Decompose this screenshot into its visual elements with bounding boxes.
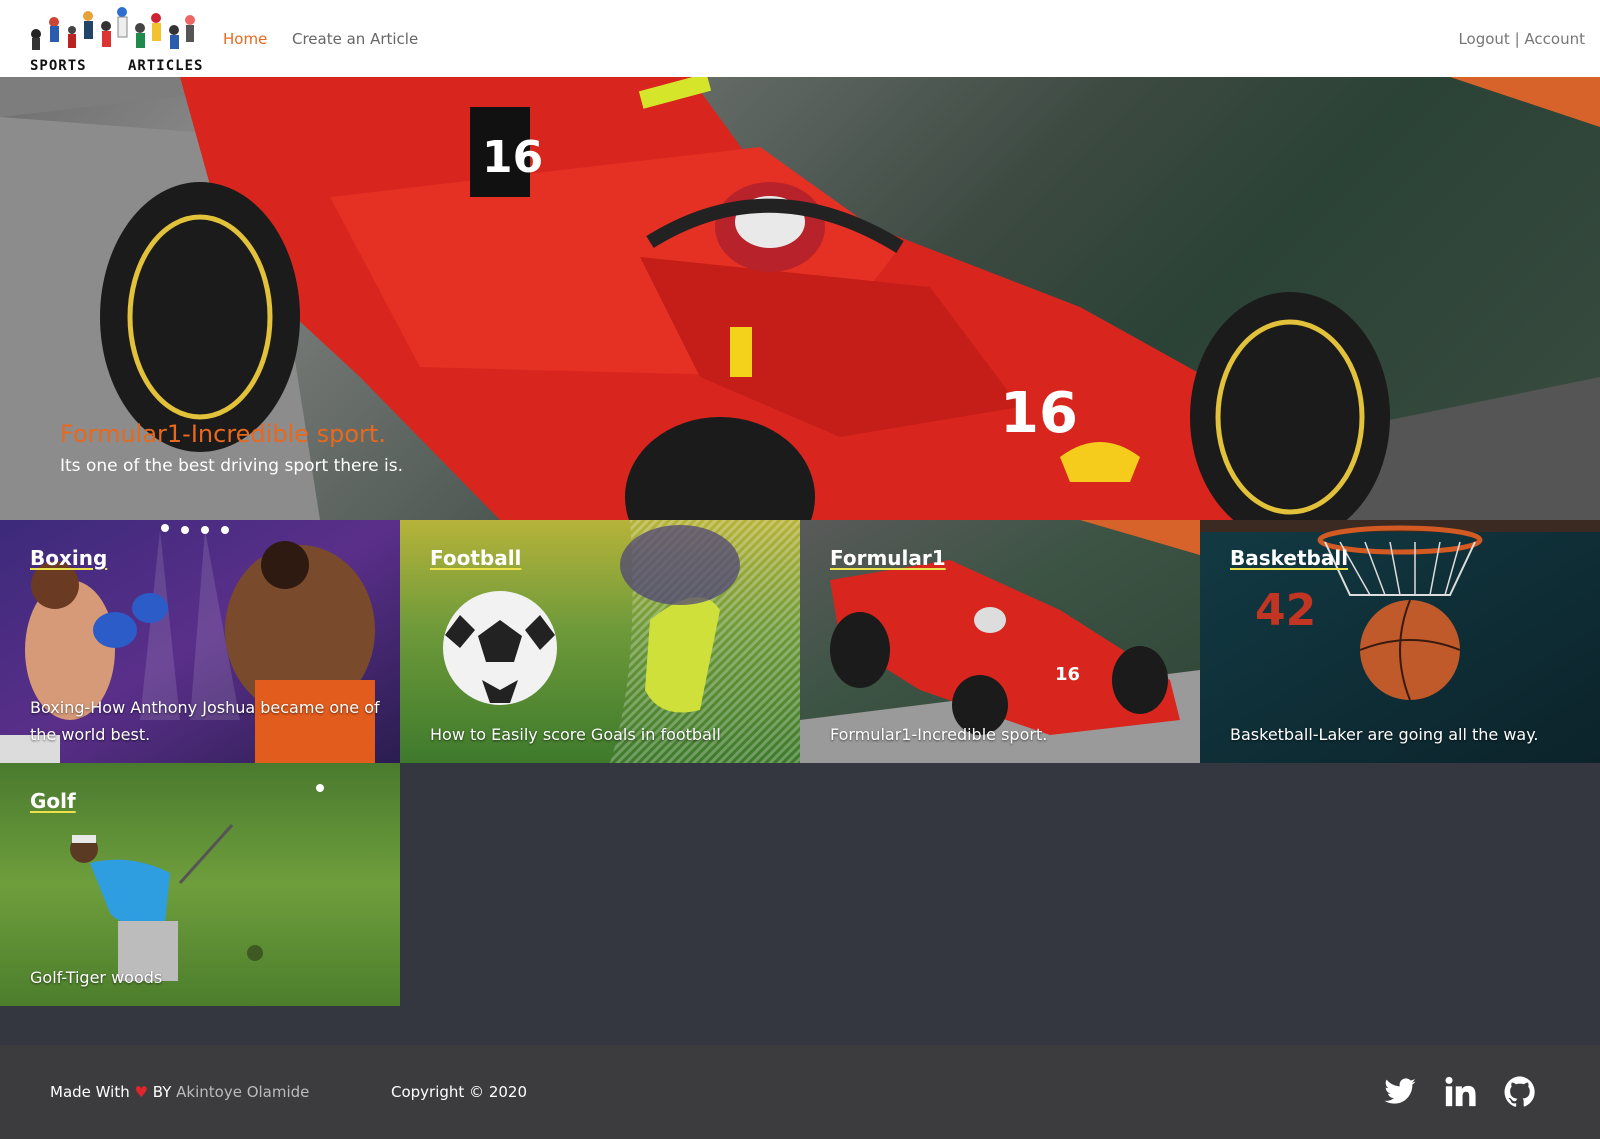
category-card-basketball[interactable]: 42 Basketball Basketball-Laker are going… [1200, 520, 1600, 763]
category-title-golf[interactable]: Golf [30, 789, 76, 813]
category-card-football[interactable]: Football How to Easily score Goals in fo… [400, 520, 800, 763]
nav-create-article-link[interactable]: Create an Article [292, 30, 418, 48]
hero-featured-article[interactable]: 16 16 Formular1-Incredible sport. Its on… [0, 77, 1600, 520]
athletes-logo-graphic [31, 7, 195, 50]
category-desc-golf: Golf-Tiger woods [30, 968, 163, 987]
category-title-formular1[interactable]: Formular1 [830, 546, 946, 570]
svg-text:16: 16 [1055, 664, 1080, 685]
logo-text-sports: SPORTS [30, 58, 87, 74]
footer: Made With ♥ BY Akintoye Olamide Copyrigh… [0, 1045, 1600, 1139]
svg-text:16: 16 [482, 132, 543, 183]
svg-text:16: 16 [1000, 381, 1078, 446]
github-icon[interactable] [1503, 1075, 1537, 1109]
category-card-boxing[interactable]: Boxing Boxing-How Anthony Joshua became … [0, 520, 400, 763]
footer-made-with: Made With [50, 1083, 130, 1101]
category-card-golf[interactable]: Golf Golf-Tiger woods [0, 763, 400, 1006]
footer-by: BY [152, 1083, 172, 1101]
logout-link[interactable]: Logout [1458, 30, 1509, 48]
footer-credit: Made With ♥ BY Akintoye Olamide [50, 1083, 309, 1101]
navbar: SPORTS ARTICLES Home Create an Article L… [0, 0, 1600, 77]
footer-copyright: Copyright © 2020 [391, 1083, 528, 1101]
linkedin-icon[interactable] [1443, 1075, 1477, 1109]
footer-author-link[interactable]: Akintoye Olamide [176, 1083, 309, 1101]
category-desc-football: How to Easily score Goals in football [430, 725, 721, 744]
nav-separator: | [1514, 30, 1520, 48]
category-desc-boxing: Boxing-How Anthony Joshua became one of … [30, 698, 380, 744]
account-link[interactable]: Account [1524, 30, 1585, 48]
nav-account-area: Logout | Account [1458, 30, 1585, 48]
heart-icon: ♥ [134, 1083, 148, 1101]
hero-subtitle: Its one of the best driving sport there … [60, 456, 403, 476]
nav-home-link[interactable]: Home [223, 30, 267, 48]
site-logo[interactable]: SPORTS ARTICLES [18, 0, 203, 77]
category-card-formular1[interactable]: 16 Formular1 Formular1-Incredible sport. [800, 520, 1200, 763]
twitter-icon[interactable] [1383, 1075, 1417, 1109]
category-title-football[interactable]: Football [430, 546, 521, 570]
svg-text:42: 42 [1255, 585, 1316, 636]
hero-title[interactable]: Formular1-Incredible sport. [60, 420, 386, 448]
f1-car-hero-image: 16 16 [0, 77, 1600, 520]
category-title-boxing[interactable]: Boxing [30, 546, 107, 570]
category-desc-formular1: Formular1-Incredible sport. [830, 725, 1048, 744]
category-title-basketball[interactable]: Basketball [1230, 546, 1348, 570]
logo-text-articles: ARTICLES [128, 58, 204, 74]
category-desc-basketball: Basketball-Laker are going all the way. [1230, 725, 1539, 744]
